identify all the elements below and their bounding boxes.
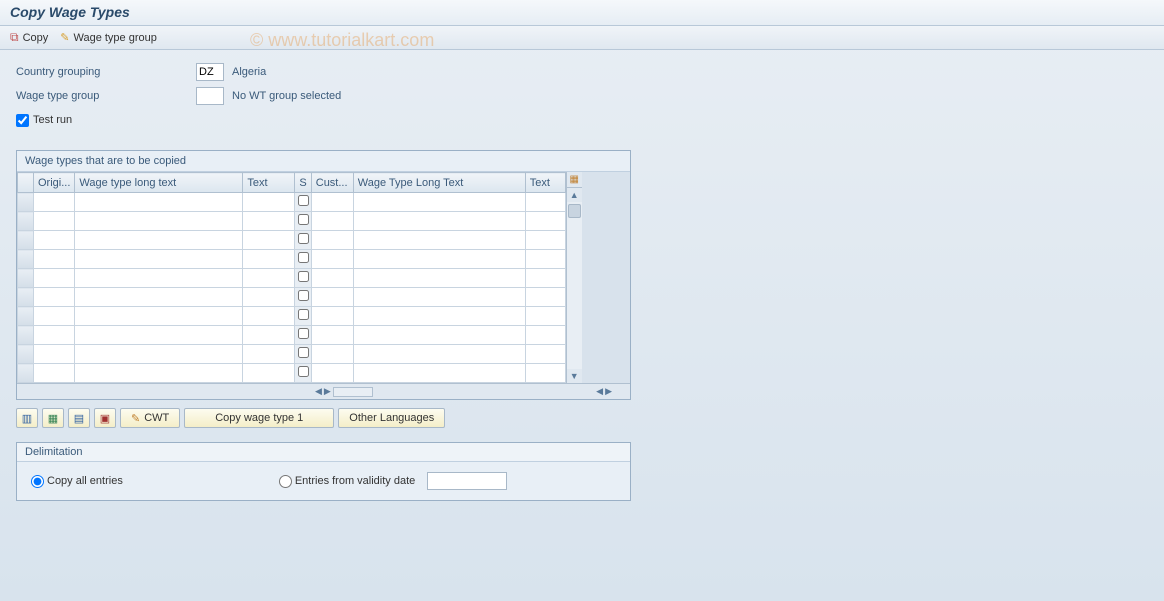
vertical-scrollbar[interactable]: ▦ ▲ ▼: [566, 172, 582, 383]
hscroll-left-icon-2[interactable]: ◀: [596, 386, 603, 397]
scroll-down-icon[interactable]: ▼: [570, 369, 579, 383]
table-row[interactable]: [18, 250, 566, 269]
toolbar: ⧉ Copy ✎ Wage type group: [0, 26, 1164, 50]
col-cust[interactable]: Cust...: [311, 173, 353, 193]
table-row[interactable]: [18, 364, 566, 383]
copy-wage-type-button[interactable]: Copy wage type 1: [184, 408, 334, 428]
wage-type-group-form-label: Wage type group: [16, 90, 196, 102]
copy-all-radio[interactable]: Copy all entries: [31, 475, 123, 488]
wage-type-group-button[interactable]: ✎ Wage type group: [60, 31, 157, 44]
icon-button-4[interactable]: ▣: [94, 408, 116, 428]
table-row[interactable]: [18, 345, 566, 364]
pencil-icon: ✎: [60, 31, 69, 44]
copy-label: Copy: [23, 32, 49, 44]
col-origi[interactable]: Origi...: [34, 173, 75, 193]
wage-types-grid[interactable]: Origi... Wage type long text Text S Cust…: [17, 172, 566, 383]
table-row[interactable]: [18, 326, 566, 345]
form-area: Country grouping Algeria Wage type group…: [0, 50, 1164, 140]
horizontal-scrollbar-right[interactable]: ◀ ▶: [594, 384, 614, 399]
icon-button-3[interactable]: ▤: [68, 408, 90, 428]
icon-button-1[interactable]: ▥: [16, 408, 38, 428]
col-text1[interactable]: Text: [243, 173, 295, 193]
copy-icon: ⧉: [10, 30, 19, 45]
horizontal-scrollbar-left[interactable]: ◀ ▶: [313, 384, 375, 399]
page-title: Copy Wage Types: [10, 4, 1154, 20]
edit-icon: ✎: [131, 412, 140, 425]
test-run-label: Test run: [33, 114, 72, 126]
delimitation-title: Delimitation: [17, 443, 630, 462]
cwt-button[interactable]: ✎ CWT: [120, 408, 180, 428]
table-row[interactable]: [18, 193, 566, 212]
country-grouping-label: Country grouping: [16, 66, 196, 78]
wage-type-group-label: Wage type group: [73, 32, 156, 44]
button-row: ▥ ▦ ▤ ▣ ✎ CWT Copy wage type 1 Other Lan…: [16, 408, 1148, 428]
delimitation-groupbox: Delimitation Copy all entries Entries fr…: [16, 442, 631, 501]
wage-type-group-text: No WT group selected: [232, 90, 341, 102]
entries-from-radio[interactable]: Entries from validity date: [279, 475, 415, 488]
table-row[interactable]: [18, 231, 566, 250]
wage-type-group-input[interactable]: [196, 87, 224, 105]
table-config-icon[interactable]: ▦: [567, 172, 582, 188]
test-run-checkbox[interactable]: [16, 114, 29, 127]
hscroll-left-icon[interactable]: ◀: [315, 386, 322, 397]
hscroll-right-icon-2[interactable]: ▶: [605, 386, 612, 397]
copy-button[interactable]: ⧉ Copy: [10, 30, 48, 45]
hscroll-right-icon[interactable]: ▶: [324, 386, 331, 397]
table-row[interactable]: [18, 212, 566, 231]
table-row[interactable]: [18, 288, 566, 307]
validity-date-input[interactable]: [427, 472, 507, 490]
scroll-up-icon[interactable]: ▲: [570, 188, 579, 202]
table-row[interactable]: [18, 307, 566, 326]
icon-button-2[interactable]: ▦: [42, 408, 64, 428]
col-wage-long2[interactable]: Wage Type Long Text: [353, 173, 525, 193]
table-panel: Wage types that are to be copied Origi..…: [16, 150, 631, 400]
country-grouping-input[interactable]: [196, 63, 224, 81]
title-bar: Copy Wage Types: [0, 0, 1164, 26]
col-wage-long[interactable]: Wage type long text: [75, 173, 243, 193]
table-title: Wage types that are to be copied: [17, 151, 630, 172]
country-grouping-text: Algeria: [232, 66, 266, 78]
col-text2[interactable]: Text: [525, 173, 565, 193]
table-row[interactable]: [18, 269, 566, 288]
col-s[interactable]: S: [295, 173, 311, 193]
other-languages-button[interactable]: Other Languages: [338, 408, 445, 428]
